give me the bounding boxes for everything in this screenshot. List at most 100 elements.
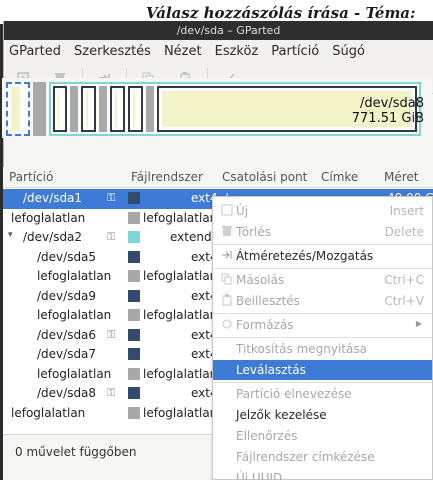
cell-filesystem: lefoglalatlan: [143, 366, 218, 381]
lock-key-icon: ⚿: [107, 327, 116, 341]
partition-map: /dev/sda8 771.51 GiB: [2, 78, 432, 138]
table-header: Partíció Fájlrendszer Csatolási pont Cím…: [3, 167, 433, 188]
window-title: /dev/sda – GParted: [176, 24, 281, 37]
cell-partition: lefoglalatlan: [37, 269, 112, 283]
menu-gparted[interactable]: GParted: [9, 44, 61, 59]
window-titlebar[interactable]: /dev/sda – GParted: [4, 21, 433, 40]
menu-item-label: Fájlrendszer címkézése: [236, 450, 375, 464]
col-mountpoint[interactable]: Csatolási pont: [222, 170, 307, 184]
menu-item-label: Átméretezés/Mozgatás: [236, 249, 374, 263]
map-sda1[interactable]: [6, 82, 30, 136]
menu-item-accel: Delete: [384, 225, 424, 239]
menu-item-resize-move[interactable]: Átméretezés/Mozgatás: [213, 246, 432, 266]
filesystem-color-swatch: [128, 367, 140, 380]
menu-item-name-partition[interactable]: Partíció elnevezése: [213, 384, 432, 404]
menu-item-open-encryption[interactable]: Titkosítás megnyitása: [213, 339, 432, 359]
col-size[interactable]: Méret: [384, 170, 419, 184]
cell-partition: lefoglalatlan: [37, 366, 112, 381]
filesystem-color-swatch: [128, 328, 140, 341]
menu-separator: [213, 337, 432, 338]
paste-icon: [221, 294, 233, 306]
col-filesystem[interactable]: Fájlrendszer: [131, 170, 203, 184]
map-sda8-size: 771.51 GiB: [351, 111, 424, 126]
menu-view[interactable]: Nézet: [164, 44, 202, 59]
copy-icon: [221, 273, 233, 285]
pending-operations: 0 művelet függőben: [15, 445, 137, 459]
filesystem-color-swatch: [128, 270, 140, 282]
menu-item-accel: Ctrl+V: [384, 294, 424, 308]
cell-partition: lefoglalatlan: [11, 210, 86, 225]
menu-item-unmount[interactable]: Leválasztás: [213, 360, 432, 380]
menu-separator: [213, 313, 432, 314]
map-unallocated[interactable]: [70, 86, 78, 132]
filesystem-color-swatch: [128, 231, 140, 243]
menu-item-label: Másolás: [236, 273, 285, 287]
menu-item-label: Beillesztés: [236, 294, 300, 308]
lock-key-icon: ⚿: [107, 230, 116, 243]
cell-filesystem: lefoglalatlan: [143, 308, 218, 322]
menu-item-label: Formázás: [236, 318, 294, 332]
map-sda6[interactable]: [110, 86, 125, 132]
map-sda5[interactable]: [53, 86, 67, 132]
resize-move-icon: [221, 249, 233, 261]
expander-icon[interactable]: ▾: [8, 230, 13, 240]
cell-partition: lefoglalatlan: [37, 308, 112, 322]
filesystem-color-swatch: [128, 348, 140, 360]
delete-icon: [221, 225, 233, 237]
map-sda7[interactable]: [128, 86, 143, 132]
menu-item-check[interactable]: Ellenőrzés: [213, 426, 432, 446]
format-icon: [221, 318, 233, 330]
menu-item-accel: Ctrl+C: [384, 273, 424, 287]
filesystem-color-swatch: [128, 211, 140, 224]
filesystem-color-swatch: [128, 406, 140, 419]
menu-item-label: Partíció elnevezése: [236, 387, 352, 401]
menu-item-label: Titkosítás megnyitása: [236, 342, 367, 356]
context-menu: Új Insert Törlés Delete Átméretezés/Mozg…: [212, 196, 433, 480]
menu-edit[interactable]: Szerkesztés: [74, 44, 151, 59]
cell-partition: /dev/sda5: [37, 249, 97, 264]
forum-title: Válasz hozzászólás írása - Téma:: [146, 4, 416, 22]
menu-item-label: Új UUID: [236, 471, 283, 480]
cell-partition: /dev/sda9: [37, 288, 97, 303]
lock-key-icon: ⚿: [107, 386, 116, 399]
screen: Válasz hozzászólás írása - Téma: /dev/sd…: [0, 0, 433, 480]
menu-separator: [213, 268, 432, 269]
filesystem-color-swatch: [128, 250, 140, 263]
cell-partition: /dev/sda1: [23, 191, 83, 205]
menu-item-label: Törlés: [236, 225, 272, 239]
col-partition[interactable]: Partíció: [9, 170, 53, 184]
menu-partition[interactable]: Partíció: [271, 44, 319, 59]
filesystem-color-swatch: [128, 387, 140, 399]
menu-item-delete[interactable]: Törlés Delete: [213, 222, 432, 242]
menu-item-label: Új: [236, 204, 249, 218]
col-label[interactable]: Címke: [321, 170, 358, 184]
map-sda8-label: /dev/sda8 771.51 GiB: [352, 96, 424, 126]
menu-item-new[interactable]: Új Insert: [213, 201, 432, 221]
menu-item-label: Leválasztás: [236, 363, 306, 377]
cell-partition: lefoglalatlan: [11, 405, 86, 420]
menu-item-label: Ellenőrzés: [236, 429, 298, 443]
cell-partition: /dev/sda6: [37, 327, 97, 342]
menu-separator: [213, 382, 432, 383]
new-icon: [221, 204, 233, 216]
filesystem-color-swatch: [128, 309, 140, 321]
filesystem-color-swatch: [128, 192, 140, 204]
map-sda9[interactable]: [81, 86, 96, 132]
map-unallocated[interactable]: [146, 86, 154, 132]
menu-item-copy[interactable]: Másolás Ctrl+C: [213, 270, 432, 290]
menu-item-label: Jelzők kezelése: [236, 408, 327, 422]
menu-item-format[interactable]: Formázás ▶: [213, 315, 432, 335]
cell-filesystem: lefoglalatlan: [143, 405, 218, 420]
menu-help[interactable]: Súgó: [332, 44, 365, 59]
map-unallocated[interactable]: [33, 82, 46, 136]
menu-item-paste[interactable]: Beillesztés Ctrl+V: [213, 291, 432, 311]
cell-partition: /dev/sda2: [23, 230, 83, 244]
map-sda8-name: /dev/sda8: [360, 96, 424, 111]
menu-item-label-filesystem[interactable]: Fájlrendszer címkézése: [213, 447, 432, 467]
menu-item-new-uuid[interactable]: Új UUID: [213, 468, 432, 480]
cell-filesystem: lefoglalatlan: [143, 269, 218, 283]
menu-item-manage-flags[interactable]: Jelzők kezelése: [213, 405, 432, 425]
menubar: GParted Szerkesztés Nézet Eszköz Partíci…: [4, 40, 433, 63]
menu-device[interactable]: Eszköz: [215, 44, 259, 59]
map-unallocated[interactable]: [99, 86, 107, 132]
